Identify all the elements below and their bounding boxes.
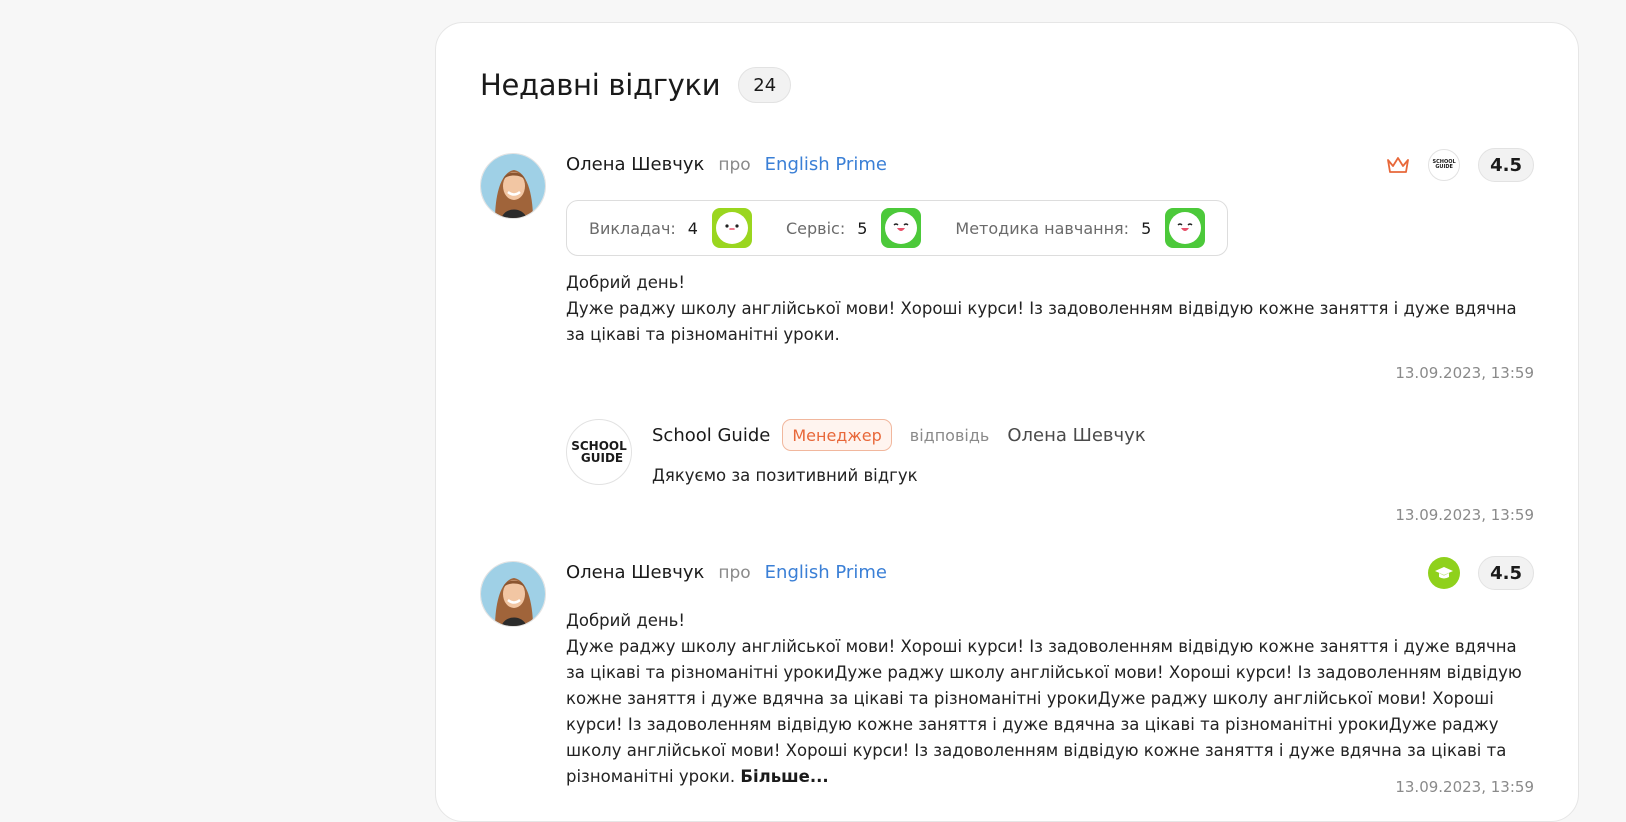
criterion-value: 5 (857, 218, 868, 238)
avatar[interactable] (480, 561, 546, 627)
school-guide-avatar[interactable]: SCHOOL GUIDE (566, 419, 632, 485)
reply-header: School Guide Менеджер відповідь Олена Ше… (652, 419, 1146, 451)
review-body: Дуже раджу школу англійської мови! Хорош… (566, 637, 1522, 786)
review-body: Дуже раджу школу англійської мови! Хорош… (566, 299, 1517, 344)
about-label: про (718, 154, 751, 175)
happy-face-icon (881, 208, 922, 248)
review-body-wrap: Дуже раджу школу англійської мови! Хорош… (566, 634, 1526, 790)
neutral-face-icon (711, 208, 752, 248)
school-link[interactable]: English Prime (765, 154, 887, 175)
graduation-cap-icon (1428, 557, 1461, 589)
replied-label: відповідь (909, 425, 990, 445)
criterion-label: Викладач: (589, 218, 676, 238)
reply-to-name[interactable]: Олена Шевчук (1007, 425, 1145, 446)
logo-line: GUIDE (580, 451, 624, 465)
page-title: Недавні відгуки (480, 68, 721, 102)
criterion-teacher: Викладач: 4 (589, 208, 752, 248)
review-tools: 4.5 (1428, 556, 1534, 590)
reply-date: 13.09.2023, 13:59 (1395, 506, 1534, 524)
user-photo-icon (481, 562, 545, 626)
crown-icon (1386, 155, 1410, 175)
review-greeting: Добрий день! (566, 273, 686, 292)
school-link[interactable]: English Prime (765, 562, 887, 583)
review-header: Олена Шевчук про English Prime (566, 562, 887, 583)
school-guide-logo: SCHOOL GUIDE (1428, 149, 1461, 181)
about-label: про (718, 562, 751, 583)
review-tools: SCHOOL GUIDE 4.5 (1386, 148, 1534, 182)
avatar[interactable] (480, 153, 546, 219)
criterion-value: 5 (1141, 218, 1152, 238)
review-text: Добрий день! Дуже раджу школу англійсько… (566, 270, 1526, 348)
happy-face-icon (1165, 208, 1206, 248)
criterion-label: Методика навчання: (955, 218, 1130, 238)
review-text: Добрий день! Дуже раджу школу англійсько… (566, 608, 1526, 790)
reply-text: Дякуємо за позитивний відгук (652, 466, 918, 485)
review-author[interactable]: Олена Шевчук (566, 562, 704, 583)
review-author[interactable]: Олена Шевчук (566, 154, 704, 175)
criterion-label: Сервіс: (785, 218, 846, 238)
criterion-method: Методика навчання: 5 (955, 208, 1206, 248)
manager-badge: Менеджер (782, 419, 892, 451)
review-date: 13.09.2023, 13:59 (1395, 778, 1534, 796)
review-date: 13.09.2023, 13:59 (1395, 364, 1534, 382)
reviews-count-badge: 24 (738, 67, 792, 103)
review-greeting: Добрий день! (566, 611, 686, 630)
rating-badge: 4.5 (1478, 556, 1534, 590)
more-link[interactable]: Більше... (740, 767, 828, 786)
reviews-header: Недавні відгуки 24 (480, 67, 792, 103)
criterion-value: 4 (687, 218, 698, 238)
reviews-card: Недавні відгуки 24 Олена Шевчук про Engl… (435, 22, 1579, 822)
review-header: Олена Шевчук про English Prime (566, 154, 887, 175)
rating-badge: 4.5 (1478, 148, 1534, 182)
criterion-service: Сервіс: 5 (785, 208, 922, 248)
reply-author[interactable]: School Guide (652, 425, 770, 446)
user-photo-icon (481, 154, 545, 218)
criteria-panel: Викладач: 4 Сервіс: 5 Методика навчання:… (566, 200, 1229, 256)
